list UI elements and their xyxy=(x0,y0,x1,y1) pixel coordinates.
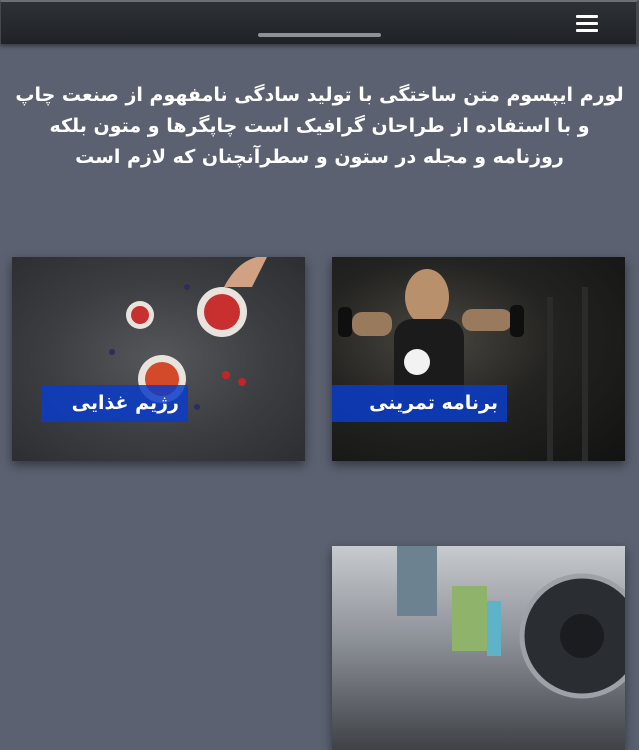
training-program-label: برنامه تمرینی xyxy=(332,385,507,422)
intro-text: لورم ایپسوم متن ساختگی با تولید سادگی نا… xyxy=(15,84,624,168)
diet-card[interactable]: رژیم غذایی xyxy=(12,257,305,461)
drag-handle[interactable] xyxy=(258,33,381,37)
training-program-card[interactable]: برنامه تمرینی xyxy=(332,257,625,461)
hamburger-menu-icon[interactable] xyxy=(576,15,598,33)
training-image xyxy=(338,269,588,461)
top-bar xyxy=(0,0,639,44)
diet-image xyxy=(109,257,267,410)
diet-label: رژیم غذایی xyxy=(41,385,188,422)
gym-image xyxy=(397,546,625,699)
gym-card[interactable] xyxy=(332,546,625,750)
